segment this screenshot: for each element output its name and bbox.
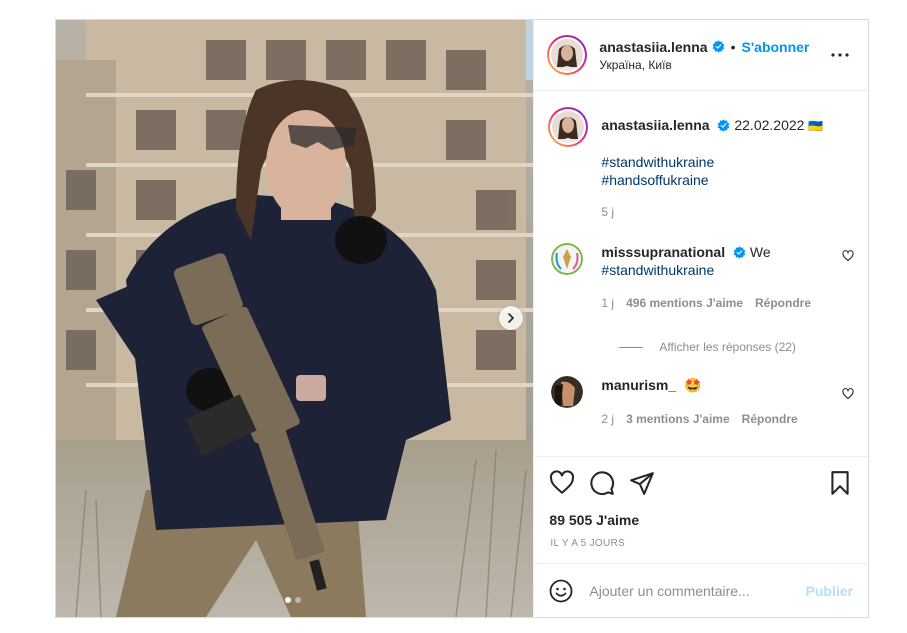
view-replies-label: Afficher les réponses (22)	[659, 340, 796, 354]
likes-count[interactable]: 89 505 J'aime	[534, 508, 868, 528]
verified-badge-icon	[733, 246, 746, 259]
comments-section: anastasiia.lenna 22.02.2022 🇺🇦 #standwit…	[534, 91, 868, 456]
carousel-dot-active	[285, 597, 291, 603]
caption: anastasiia.lenna 22.02.2022 🇺🇦 #standwit…	[548, 107, 852, 221]
comment-age[interactable]: 1 j	[601, 294, 614, 312]
like-comment-heart-icon[interactable]	[842, 250, 854, 262]
comment-likes[interactable]: 3 mentions J'aime	[626, 410, 730, 428]
like-comment-heart-icon[interactable]	[842, 388, 854, 400]
comment-likes[interactable]: 496 mentions J'aime	[626, 294, 743, 312]
hashtag-link[interactable]: #standwithukraine	[601, 261, 811, 279]
hashtag-link[interactable]: #handsoffukraine	[601, 171, 823, 189]
commenter-username[interactable]: misssupranational	[601, 244, 725, 260]
verified-badge-icon	[718, 119, 730, 132]
ukraine-flag-emoji: 🇺🇦	[808, 119, 824, 133]
commenter-avatar[interactable]	[551, 243, 584, 275]
emoji-smiley-icon[interactable]	[549, 579, 573, 603]
comment-item: manurism_ 🤩 2 j 3 mentions J'aime Répond…	[551, 376, 854, 428]
caption-age[interactable]: 5 j	[601, 203, 614, 221]
comment-text: We	[749, 244, 771, 260]
view-replies-button[interactable]: Afficher les réponses (22)	[619, 340, 852, 354]
commenter-avatar[interactable]	[551, 376, 584, 408]
next-slide-button[interactable]	[499, 306, 523, 330]
author-username[interactable]: anastasiia.lenna	[599, 39, 707, 55]
commenter-username[interactable]: manurism_	[601, 377, 676, 393]
comment-age[interactable]: 2 j	[601, 410, 614, 428]
author-avatar[interactable]	[547, 35, 588, 75]
carousel-dot	[295, 597, 301, 603]
share-paper-plane-icon[interactable]	[629, 470, 655, 496]
hashtag-link[interactable]: #standwithukraine	[601, 153, 823, 171]
caption-date: 22.02.2022	[734, 117, 805, 133]
post-media[interactable]	[56, 20, 534, 617]
caption-avatar[interactable]	[548, 107, 589, 147]
comment-bubble-icon[interactable]	[589, 470, 615, 496]
post-location[interactable]: Україна, Київ	[599, 58, 828, 72]
replies-divider	[619, 346, 644, 348]
post-timestamp[interactable]: IL Y A 5 JOURS	[534, 528, 868, 549]
carousel-indicator	[285, 597, 301, 603]
comment-emoji: 🤩	[684, 377, 702, 393]
reply-button[interactable]: Répondre	[755, 294, 811, 312]
post-side-panel: anastasiia.lenna • S'abonner Україна, Ки…	[533, 20, 868, 617]
post-header: anastasiia.lenna • S'abonner Україна, Ки…	[534, 20, 868, 91]
comment-item: misssupranational We #standwithukraine 1…	[551, 243, 854, 312]
reply-button[interactable]: Répondre	[742, 410, 798, 428]
add-comment-bar: Publier	[534, 563, 868, 617]
instagram-post: anastasiia.lenna • S'abonner Україна, Ки…	[55, 19, 869, 618]
post-actions-bar	[534, 456, 868, 508]
follow-button[interactable]: S'abonner	[741, 39, 809, 55]
header-separator: •	[730, 38, 736, 55]
caption-username[interactable]: anastasiia.lenna	[601, 117, 709, 133]
chevron-right-icon	[508, 313, 514, 323]
caption-avatar-image	[552, 111, 585, 143]
save-bookmark-icon[interactable]	[827, 470, 853, 496]
comment-input[interactable]	[589, 582, 806, 599]
like-heart-icon[interactable]	[549, 469, 575, 496]
more-horizontal-icon	[831, 53, 849, 57]
publish-button[interactable]: Publier	[806, 583, 853, 599]
post-photo	[56, 20, 534, 617]
author-avatar-image	[551, 39, 584, 71]
verified-badge-icon	[712, 40, 724, 53]
more-options-button[interactable]	[828, 43, 852, 67]
